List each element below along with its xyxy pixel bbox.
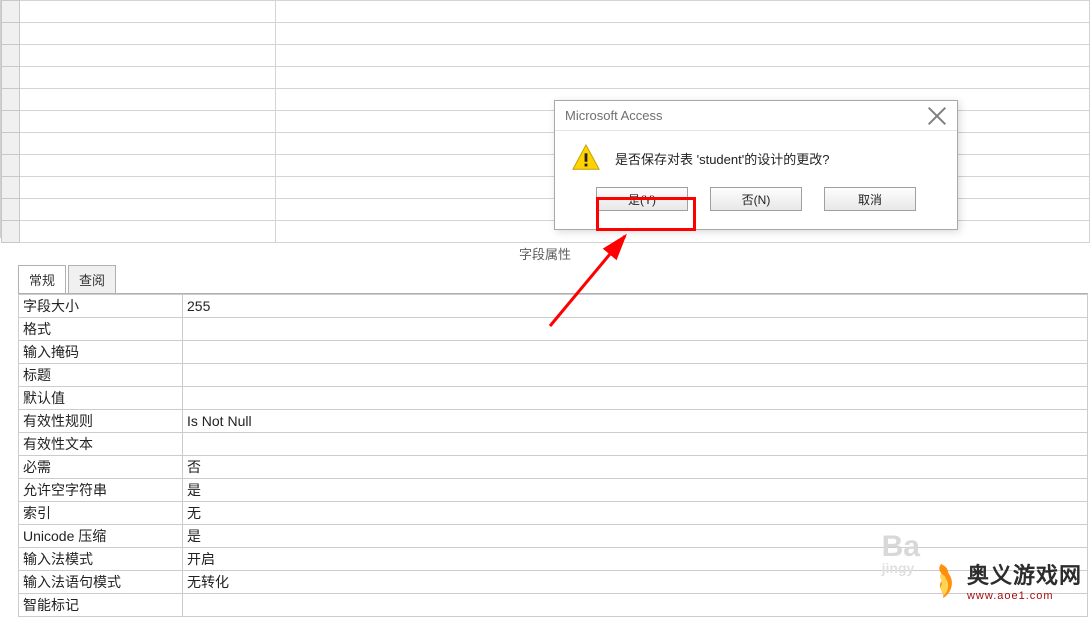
prop-label: 索引 — [19, 502, 183, 525]
prop-label: 字段大小 — [19, 295, 183, 318]
prop-value[interactable] — [183, 387, 1088, 410]
yes-button[interactable]: 是(Y) — [596, 187, 688, 211]
prop-row: 输入掩码 — [19, 341, 1088, 364]
close-icon[interactable] — [927, 106, 947, 126]
prop-row: 有效性文本 — [19, 433, 1088, 456]
watermark-site-name: 奥义游戏网 — [967, 558, 1082, 590]
prop-label: 输入掩码 — [19, 341, 183, 364]
field-properties-title: 字段属性 — [0, 244, 1090, 263]
prop-label: 标题 — [19, 364, 183, 387]
prop-label: 智能标记 — [19, 594, 183, 617]
prop-row: 标题 — [19, 364, 1088, 387]
prop-label: 允许空字符串 — [19, 479, 183, 502]
warning-icon — [571, 143, 601, 173]
prop-row: 格式 — [19, 318, 1088, 341]
save-dialog: Microsoft Access 是否保存对表 'student'的设计的更改?… — [554, 100, 958, 230]
prop-value[interactable]: 是 — [183, 525, 1088, 548]
prop-row: 有效性规则Is Not Null — [19, 410, 1088, 433]
prop-row: 必需否 — [19, 456, 1088, 479]
prop-value[interactable]: 255 — [183, 295, 1088, 318]
prop-value[interactable] — [183, 433, 1088, 456]
prop-label: 默认值 — [19, 387, 183, 410]
prop-label: 必需 — [19, 456, 183, 479]
prop-row: 允许空字符串是 — [19, 479, 1088, 502]
watermark-ba: Ba jingy — [882, 530, 920, 576]
prop-value[interactable]: 是 — [183, 479, 1088, 502]
prop-label: 格式 — [19, 318, 183, 341]
prop-label: 有效性规则 — [19, 410, 183, 433]
prop-row: 索引无 — [19, 502, 1088, 525]
watermark-site-url: www.aoe1.com — [967, 590, 1082, 602]
prop-label: 输入法语句模式 — [19, 571, 183, 594]
dialog-message: 是否保存对表 'student'的设计的更改? — [615, 149, 829, 168]
prop-value[interactable]: Is Not Null — [183, 410, 1088, 433]
dialog-titlebar: Microsoft Access — [555, 101, 957, 131]
prop-value[interactable] — [183, 341, 1088, 364]
prop-row: 字段大小255 — [19, 295, 1088, 318]
cancel-button[interactable]: 取消 — [824, 187, 916, 211]
tab-general[interactable]: 常规 — [18, 265, 66, 293]
prop-value[interactable] — [183, 318, 1088, 341]
prop-value[interactable]: 无 — [183, 502, 1088, 525]
flame-icon — [921, 560, 961, 600]
property-tabs: 常规 查阅 — [18, 265, 118, 293]
no-button[interactable]: 否(N) — [710, 187, 802, 211]
prop-value[interactable]: 否 — [183, 456, 1088, 479]
watermark-logo: 奥义游戏网 www.aoe1.com — [921, 558, 1082, 602]
prop-value[interactable] — [183, 364, 1088, 387]
prop-label: 输入法模式 — [19, 548, 183, 571]
prop-label: 有效性文本 — [19, 433, 183, 456]
dialog-title: Microsoft Access — [565, 108, 663, 123]
prop-label: Unicode 压缩 — [19, 525, 183, 548]
prop-row: 默认值 — [19, 387, 1088, 410]
tab-lookup[interactable]: 查阅 — [68, 265, 116, 293]
prop-row: Unicode 压缩是 — [19, 525, 1088, 548]
